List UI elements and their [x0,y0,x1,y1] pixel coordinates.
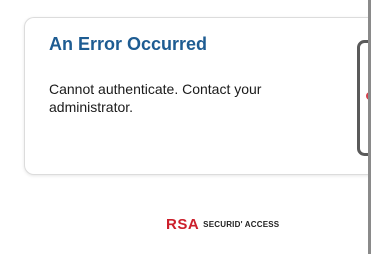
error-title: An Error Occurred [49,34,208,54]
rsa-securid-access-logo: RSA SECURID' ACCESS [166,216,279,234]
rsa-logo-mark: RSA [166,216,200,233]
securid-access-wordmark: SECURID' ACCESS [203,220,280,229]
error-message: Cannot authenticate. Contact your admini… [49,81,262,115]
